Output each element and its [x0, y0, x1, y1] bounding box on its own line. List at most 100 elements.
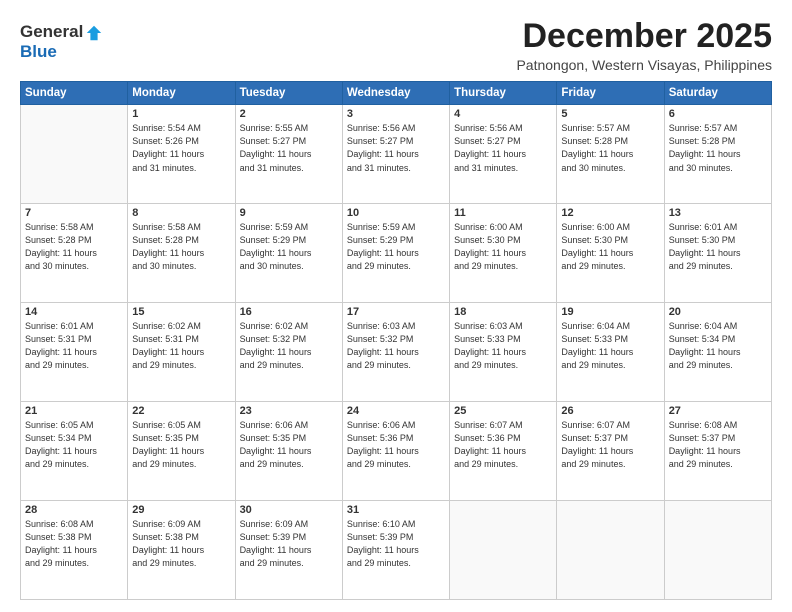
calendar-cell: 8 Sunrise: 5:58 AMSunset: 5:28 PMDaylight… [128, 204, 235, 303]
cell-info: Sunrise: 6:01 AMSunset: 5:31 PMDaylight:… [25, 320, 123, 372]
calendar-cell: 16 Sunrise: 6:02 AMSunset: 5:32 PMDayligh… [235, 303, 342, 402]
day-number: 2 [240, 108, 338, 120]
calendar-week-5: 28Sunrise: 6:08 AMSunset: 5:38 PMDayligh… [21, 501, 772, 600]
calendar-week-4: 21 Sunrise: 6:05 AMSunset: 5:34 PMDayligh… [21, 402, 772, 501]
day-number: 14 [25, 306, 123, 318]
calendar-cell: 7 Sunrise: 5:58 AMSunset: 5:28 PMDaylight… [21, 204, 128, 303]
day-number: 1 [132, 108, 230, 120]
calendar-cell: 6 Sunrise: 5:57 AMSunset: 5:28 PMDaylight… [664, 105, 771, 204]
day-number: 18 [454, 306, 552, 318]
day-number: 12 [561, 207, 659, 219]
cell-info: Sunrise: 6:02 AMSunset: 5:32 PMDaylight:… [240, 320, 338, 372]
col-wednesday: Wednesday [342, 82, 449, 105]
title-section: December 2025 Patnongon, Western Visayas… [516, 18, 772, 73]
calendar-cell: 13 Sunrise: 6:01 AMSunset: 5:30 PMDayligh… [664, 204, 771, 303]
cell-info: Sunrise: 5:58 AMSunset: 5:28 PMDaylight:… [25, 221, 123, 273]
calendar-cell: 27Sunrise: 6:08 AMSunset: 5:37 PMDayligh… [664, 402, 771, 501]
cell-info: Sunrise: 6:00 AMSunset: 5:30 PMDaylight:… [561, 221, 659, 273]
day-number: 3 [347, 108, 445, 120]
cell-info: Sunrise: 5:54 AMSunset: 5:26 PMDaylight:… [132, 122, 230, 174]
day-number: 19 [561, 306, 659, 318]
calendar-cell: 20 Sunrise: 6:04 AMSunset: 5:34 PMDayligh… [664, 303, 771, 402]
col-saturday: Saturday [664, 82, 771, 105]
day-number: 23 [240, 405, 338, 417]
calendar-cell: 30 Sunrise: 6:09 AMSunset: 5:39 PMDayligh… [235, 501, 342, 600]
day-number: 30 [240, 504, 338, 516]
cell-info: Sunrise: 5:56 AMSunset: 5:27 PMDaylight:… [347, 122, 445, 174]
calendar-cell: 11Sunrise: 6:00 AMSunset: 5:30 PMDayligh… [450, 204, 557, 303]
calendar-cell: 12 Sunrise: 6:00 AMSunset: 5:30 PMDayligh… [557, 204, 664, 303]
calendar-cell: 26 Sunrise: 6:07 AMSunset: 5:37 PMDayligh… [557, 402, 664, 501]
calendar-cell: 28Sunrise: 6:08 AMSunset: 5:38 PMDayligh… [21, 501, 128, 600]
day-number: 11 [454, 207, 552, 219]
day-number: 24 [347, 405, 445, 417]
cell-info: Sunrise: 6:07 AMSunset: 5:36 PMDaylight:… [454, 419, 552, 471]
cell-info: Sunrise: 6:03 AMSunset: 5:32 PMDaylight:… [347, 320, 445, 372]
calendar-cell: 31 Sunrise: 6:10 AMSunset: 5:39 PMDayligh… [342, 501, 449, 600]
day-number: 5 [561, 108, 659, 120]
day-number: 6 [669, 108, 767, 120]
day-number: 7 [25, 207, 123, 219]
day-number: 17 [347, 306, 445, 318]
header: General Blue December 2025 Patnongon, We… [20, 18, 772, 73]
day-number: 8 [132, 207, 230, 219]
cell-info: Sunrise: 5:58 AMSunset: 5:28 PMDaylight:… [132, 221, 230, 273]
day-number: 10 [347, 207, 445, 219]
day-number: 16 [240, 306, 338, 318]
location: Patnongon, Western Visayas, Philippines [516, 57, 772, 73]
calendar-cell: 17 Sunrise: 6:03 AMSunset: 5:32 PMDayligh… [342, 303, 449, 402]
day-number: 29 [132, 504, 230, 516]
calendar-cell [450, 501, 557, 600]
day-number: 4 [454, 108, 552, 120]
cell-info: Sunrise: 6:10 AMSunset: 5:39 PMDaylight:… [347, 518, 445, 570]
cell-info: Sunrise: 6:01 AMSunset: 5:30 PMDaylight:… [669, 221, 767, 273]
day-number: 9 [240, 207, 338, 219]
day-number: 21 [25, 405, 123, 417]
day-number: 26 [561, 405, 659, 417]
calendar-week-1: 1 Sunrise: 5:54 AMSunset: 5:26 PMDaylight… [21, 105, 772, 204]
calendar-week-2: 7 Sunrise: 5:58 AMSunset: 5:28 PMDaylight… [21, 204, 772, 303]
calendar-cell [664, 501, 771, 600]
day-number: 13 [669, 207, 767, 219]
day-number: 22 [132, 405, 230, 417]
calendar-cell: 9 Sunrise: 5:59 AMSunset: 5:29 PMDaylight… [235, 204, 342, 303]
day-number: 15 [132, 306, 230, 318]
cell-info: Sunrise: 6:09 AMSunset: 5:39 PMDaylight:… [240, 518, 338, 570]
cell-info: Sunrise: 6:05 AMSunset: 5:34 PMDaylight:… [25, 419, 123, 471]
day-number: 27 [669, 405, 767, 417]
cell-info: Sunrise: 5:57 AMSunset: 5:28 PMDaylight:… [561, 122, 659, 174]
col-friday: Friday [557, 82, 664, 105]
cell-info: Sunrise: 6:06 AMSunset: 5:35 PMDaylight:… [240, 419, 338, 471]
cell-info: Sunrise: 6:05 AMSunset: 5:35 PMDaylight:… [132, 419, 230, 471]
day-number: 20 [669, 306, 767, 318]
month-title: December 2025 [516, 18, 772, 55]
calendar-cell: 4 Sunrise: 5:56 AMSunset: 5:27 PMDaylight… [450, 105, 557, 204]
calendar-cell: 18 Sunrise: 6:03 AMSunset: 5:33 PMDayligh… [450, 303, 557, 402]
cell-info: Sunrise: 5:57 AMSunset: 5:28 PMDaylight:… [669, 122, 767, 174]
cell-info: Sunrise: 5:59 AMSunset: 5:29 PMDaylight:… [240, 221, 338, 273]
calendar-cell: 23 Sunrise: 6:06 AMSunset: 5:35 PMDayligh… [235, 402, 342, 501]
cell-info: Sunrise: 6:04 AMSunset: 5:34 PMDaylight:… [669, 320, 767, 372]
calendar-cell: 5 Sunrise: 5:57 AMSunset: 5:28 PMDaylight… [557, 105, 664, 204]
cell-info: Sunrise: 6:08 AMSunset: 5:38 PMDaylight:… [25, 518, 123, 570]
calendar-week-3: 14 Sunrise: 6:01 AMSunset: 5:31 PMDayligh… [21, 303, 772, 402]
calendar-cell: 19 Sunrise: 6:04 AMSunset: 5:33 PMDayligh… [557, 303, 664, 402]
header-row: Sunday Monday Tuesday Wednesday Thursday… [21, 82, 772, 105]
calendar-cell: 3 Sunrise: 5:56 AMSunset: 5:27 PMDaylight… [342, 105, 449, 204]
day-number: 25 [454, 405, 552, 417]
logo: General Blue [20, 22, 103, 63]
cell-info: Sunrise: 5:56 AMSunset: 5:27 PMDaylight:… [454, 122, 552, 174]
cell-info: Sunrise: 6:04 AMSunset: 5:33 PMDaylight:… [561, 320, 659, 372]
col-sunday: Sunday [21, 82, 128, 105]
calendar-cell: 15 Sunrise: 6:02 AMSunset: 5:31 PMDayligh… [128, 303, 235, 402]
col-monday: Monday [128, 82, 235, 105]
cell-info: Sunrise: 6:03 AMSunset: 5:33 PMDaylight:… [454, 320, 552, 372]
calendar-cell: 29Sunrise: 6:09 AMSunset: 5:38 PMDayligh… [128, 501, 235, 600]
calendar-cell: 2Sunrise: 5:55 AMSunset: 5:27 PMDaylight… [235, 105, 342, 204]
cell-info: Sunrise: 5:59 AMSunset: 5:29 PMDaylight:… [347, 221, 445, 273]
calendar-cell: 24Sunrise: 6:06 AMSunset: 5:36 PMDayligh… [342, 402, 449, 501]
calendar-cell [21, 105, 128, 204]
cell-info: Sunrise: 6:07 AMSunset: 5:37 PMDaylight:… [561, 419, 659, 471]
day-number: 31 [347, 504, 445, 516]
cell-info: Sunrise: 6:02 AMSunset: 5:31 PMDaylight:… [132, 320, 230, 372]
